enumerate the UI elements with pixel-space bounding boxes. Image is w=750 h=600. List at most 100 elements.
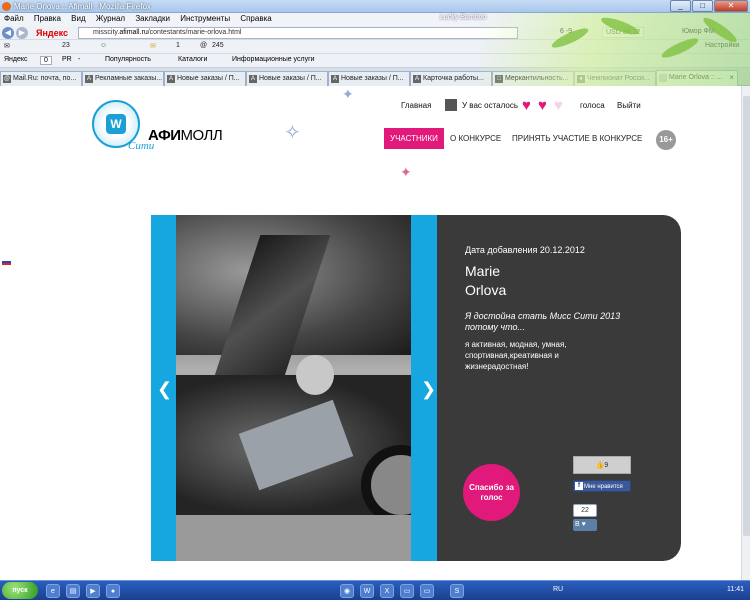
window-titlebar: Marie Orlova :: Afimall - Mozilla Firefo… xyxy=(0,0,750,13)
tab-marie-orlova[interactable]: □ Marie Orlova :: ... × xyxy=(656,70,738,86)
tab-orders-1[interactable]: A Новые заказы / П... xyxy=(164,71,246,86)
heart-icon: ♥ xyxy=(581,521,586,528)
weather-widget[interactable]: 6 -9 xyxy=(560,28,572,35)
back-icon[interactable]: ◀ xyxy=(2,27,14,39)
scrollbar-thumb[interactable] xyxy=(743,96,750,536)
forward-icon[interactable]: ▶ xyxy=(16,27,28,39)
tab-championship[interactable]: ● Чемпионат Росси... xyxy=(574,71,656,86)
vertical-scrollbar[interactable] xyxy=(741,86,750,580)
nav-join-contest[interactable]: ПРИНЯТЬ УЧАСТИЕ В КОНКУРСЕ xyxy=(512,128,642,149)
star-decoration-icon: ✦ xyxy=(342,86,354,102)
menu-view[interactable]: Вид xyxy=(67,13,89,24)
contestant-about: я активная, модная, умная, спортивная,кр… xyxy=(465,340,567,371)
url-domain: afimall.ru xyxy=(119,29,148,36)
a-favicon: A xyxy=(85,75,93,83)
bookmark-popularity[interactable]: Популярность xyxy=(105,56,151,63)
like-icon[interactable]: ☺ xyxy=(100,42,107,49)
previous-photo-icon[interactable]: ❮ xyxy=(157,380,172,398)
tab-mailru[interactable]: @ Mail.Ru: почта, по... xyxy=(0,71,82,86)
logo-text[interactable]: АФИМОЛЛ xyxy=(148,127,223,144)
tab-ads[interactable]: A Рекламные заказы... xyxy=(82,71,164,86)
maximize-button[interactable]: □ xyxy=(692,0,713,12)
tab-label: Новые заказы / П... xyxy=(341,75,404,82)
contestant-quote: Я достойна стать Мисс Сити 2013 потому ч… xyxy=(465,311,621,332)
star-decoration-icon: ✧ xyxy=(284,122,301,144)
tab-label: Новые заказы / П... xyxy=(177,75,240,82)
vk-share-count: 22 xyxy=(573,504,597,517)
url-bar[interactable]: misscity.afimall.ru/contestants/marie-or… xyxy=(78,27,518,39)
window-icon[interactable]: ▭ xyxy=(400,584,414,598)
close-tab-icon[interactable]: × xyxy=(729,71,734,84)
menu-file[interactable]: Файл xyxy=(0,13,28,24)
logout-link[interactable]: Выйти xyxy=(617,101,641,110)
tab-orders-3[interactable]: A Новые заказы / П... xyxy=(328,71,410,86)
window-icon[interactable]: ▭ xyxy=(420,584,434,598)
bookmark-catalogs[interactable]: Каталоги xyxy=(178,56,207,63)
vk-like-button[interactable]: В ♥ xyxy=(573,519,597,531)
yandex-logo[interactable]: Яндекс xyxy=(36,28,68,38)
media-icon[interactable]: ▶ xyxy=(86,584,100,598)
tab-orders-2[interactable]: A Новые заказы / П... xyxy=(246,71,328,86)
vote-thanks-label: Спасибо за голос xyxy=(469,482,514,502)
envelope-icon[interactable]: ✉ xyxy=(150,42,156,50)
votes-remaining-label: У вас осталось xyxy=(462,101,518,110)
explorer-icon[interactable]: e xyxy=(46,584,60,598)
menu-help[interactable]: Справка xyxy=(236,13,275,24)
currency-widget[interactable]: USD 30,72 xyxy=(602,27,645,38)
contestant-last-name: Orlova xyxy=(465,282,507,298)
facebook-like-count: 👍9 xyxy=(573,456,631,474)
tab-work-card[interactable]: A Карточка работы... xyxy=(410,71,492,86)
tab-mercantile[interactable]: □ Меркантильность... xyxy=(492,71,574,86)
radio-widget[interactable]: Юмор ФМ xyxy=(682,28,715,35)
points-count[interactable]: 245 xyxy=(212,42,224,49)
tab-bar: @ Mail.Ru: почта, по... A Рекламные заказы… xyxy=(0,68,750,86)
vote-heart-icon: ♥ xyxy=(522,97,531,114)
logo-mark: W xyxy=(106,114,126,134)
mail-count[interactable]: 23 xyxy=(62,42,70,49)
menu-bookmarks[interactable]: Закладки xyxy=(131,13,174,24)
navigation-bar: ◀ ▶ Яндекс misscity.afimall.ru/contestan… xyxy=(0,26,750,40)
bookmark-info-services[interactable]: Информационные услуги xyxy=(232,56,315,63)
tab-label: Mail.Ru: почта, по... xyxy=(13,75,77,82)
pr-value: - xyxy=(78,56,81,63)
logo-subtitle: Сити xyxy=(128,140,155,152)
brand-rest: МОЛЛ xyxy=(180,127,223,144)
tic-label: Яндекс xyxy=(4,56,28,63)
nav-home[interactable]: Главная xyxy=(401,101,431,110)
language-indicator[interactable]: RU xyxy=(553,586,563,593)
date-added: Дата добавления 20.12.2012 xyxy=(465,245,585,255)
a-favicon: A xyxy=(249,75,257,83)
menu-history[interactable]: Журнал xyxy=(92,13,129,24)
page-viewport: W АФИМОЛЛ Сити ✦ ✧ ✦ Главная У вас остал… xyxy=(0,86,741,580)
next-photo-icon[interactable]: ❯ xyxy=(421,380,436,398)
nav-about-contest[interactable]: О КОНКУРСЕ xyxy=(450,128,501,149)
skype-icon[interactable]: S xyxy=(450,584,464,598)
close-button[interactable]: ✕ xyxy=(714,0,748,12)
menu-tools[interactable]: Инструменты xyxy=(176,13,234,24)
vote-thanks-button[interactable]: Спасибо за голос xyxy=(463,464,520,521)
folder-icon[interactable]: ▤ xyxy=(66,584,80,598)
mail-favicon: @ xyxy=(3,75,11,83)
facebook-like-button[interactable]: f Мне нравится xyxy=(573,480,631,492)
minimize-button[interactable]: _ xyxy=(670,0,691,12)
mail-icon[interactable]: ✉ xyxy=(4,42,10,50)
menu-edit[interactable]: Правка xyxy=(30,13,65,24)
likes-count[interactable]: 1 xyxy=(176,42,180,49)
app-icon[interactable]: ● xyxy=(106,584,120,598)
excel-icon[interactable]: X xyxy=(380,584,394,598)
firefox-taskbar-icon[interactable]: ◉ xyxy=(340,584,354,598)
nav-participants[interactable]: УЧАСТНИКИ xyxy=(384,128,444,149)
votes-label: голоса xyxy=(580,101,605,110)
toolbar-settings[interactable]: Настройки xyxy=(705,42,739,49)
word-icon[interactable]: W xyxy=(360,584,374,598)
tab-label: Карточка работы... xyxy=(423,75,484,82)
bookmarks-bar: Яндекс 0 PR - Популярность Каталоги Инфо… xyxy=(0,54,750,68)
tab-label: Рекламные заказы... xyxy=(95,75,163,82)
pr-label: PR xyxy=(62,56,72,63)
system-clock[interactable]: 11:41 xyxy=(727,586,744,593)
a-favicon: A xyxy=(413,75,421,83)
like-count-value: 9 xyxy=(604,462,609,469)
start-button[interactable]: пуск xyxy=(2,582,38,599)
points-icon[interactable]: @ xyxy=(200,42,207,49)
menu-bar: Файл Правка Вид Журнал Закладки Инструме… xyxy=(0,13,750,26)
